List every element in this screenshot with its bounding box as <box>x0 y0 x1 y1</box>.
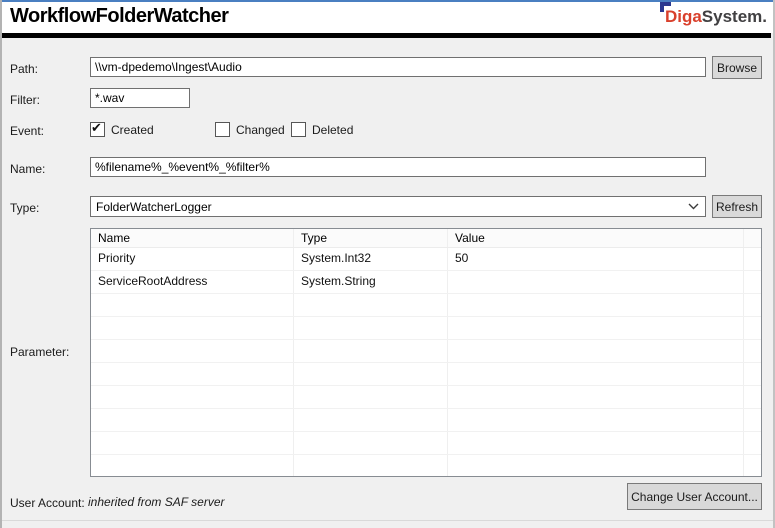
table-row[interactable] <box>91 386 761 409</box>
table-row[interactable]: ServiceRootAddressSystem.String <box>91 271 761 294</box>
column-header-name[interactable]: Name <box>91 229 294 247</box>
path-label: Path: <box>10 62 38 76</box>
table-row[interactable] <box>91 340 761 363</box>
refresh-button[interactable]: Refresh <box>712 195 762 218</box>
table-cell[interactable]: System.Int32 <box>294 248 448 270</box>
type-dropdown[interactable]: FolderWatcherLogger <box>90 196 706 217</box>
table-cell[interactable] <box>294 317 448 339</box>
checkbox-box[interactable] <box>291 122 306 137</box>
table-cell[interactable] <box>294 340 448 362</box>
table-row[interactable] <box>91 294 761 317</box>
parameter-table-header: NameTypeValue <box>91 229 761 248</box>
column-header-filler <box>744 229 761 247</box>
table-cell[interactable] <box>448 363 744 385</box>
event-checkbox-deleted[interactable]: Deleted <box>291 121 353 137</box>
logo-diga-text: Diga <box>665 7 702 26</box>
table-cell[interactable]: ServiceRootAddress <box>91 271 294 293</box>
table-cell[interactable] <box>294 455 448 477</box>
user-account-value: inherited from SAF server <box>88 495 225 509</box>
table-cell-filler <box>744 271 761 293</box>
filter-input[interactable] <box>90 88 190 108</box>
table-cell[interactable] <box>448 386 744 408</box>
table-cell[interactable] <box>448 340 744 362</box>
table-cell[interactable]: 50 <box>448 248 744 270</box>
table-row[interactable] <box>91 363 761 386</box>
logo-corner-mark <box>660 2 671 12</box>
table-cell[interactable] <box>448 317 744 339</box>
checkbox-label: Created <box>111 123 154 137</box>
table-cell[interactable] <box>448 271 744 293</box>
checkbox-label: Changed <box>236 123 285 137</box>
table-cell[interactable] <box>91 386 294 408</box>
table-cell-filler <box>744 409 761 431</box>
table-row[interactable] <box>91 409 761 432</box>
digasystem-logo: DigaSystem. <box>665 7 767 27</box>
table-cell[interactable] <box>91 294 294 316</box>
logo-system-text: System. <box>702 7 767 26</box>
table-cell[interactable] <box>294 432 448 454</box>
table-row[interactable] <box>91 455 761 477</box>
table-cell[interactable]: Priority <box>91 248 294 270</box>
column-header-value[interactable]: Value <box>448 229 744 247</box>
table-cell-filler <box>744 317 761 339</box>
path-input[interactable] <box>90 57 706 77</box>
table-cell[interactable] <box>91 455 294 477</box>
table-cell[interactable]: System.String <box>294 271 448 293</box>
name-input[interactable] <box>90 157 706 177</box>
table-row[interactable]: PrioritySystem.Int3250 <box>91 248 761 271</box>
table-cell[interactable] <box>448 455 744 477</box>
table-cell[interactable] <box>294 363 448 385</box>
parameter-table-body: PrioritySystem.Int3250ServiceRootAddress… <box>91 248 761 477</box>
table-cell[interactable] <box>91 432 294 454</box>
table-cell[interactable] <box>91 340 294 362</box>
workflow-folder-watcher-window: WorkflowFolderWatcher DigaSystem. Path: … <box>0 0 775 528</box>
table-cell[interactable] <box>91 363 294 385</box>
title-divider <box>2 33 771 38</box>
name-label: Name: <box>10 162 45 176</box>
table-cell[interactable] <box>91 409 294 431</box>
chevron-down-icon <box>688 203 699 210</box>
bottom-divider <box>0 520 775 521</box>
parameter-table[interactable]: NameTypeValue PrioritySystem.Int3250Serv… <box>90 228 762 477</box>
table-cell[interactable] <box>294 386 448 408</box>
user-account-label: User Account: <box>10 496 85 510</box>
event-options: ✔ Created Changed Deleted <box>90 121 490 137</box>
event-label: Event: <box>10 124 44 138</box>
column-header-type[interactable]: Type <box>294 229 448 247</box>
title-bar: WorkflowFolderWatcher <box>2 2 773 33</box>
checkbox-box[interactable] <box>215 122 230 137</box>
page-title: WorkflowFolderWatcher <box>10 5 228 28</box>
table-cell[interactable] <box>294 409 448 431</box>
checkmark-icon: ✔ <box>91 120 102 136</box>
table-cell[interactable] <box>448 294 744 316</box>
table-cell[interactable] <box>448 409 744 431</box>
table-cell-filler <box>744 455 761 477</box>
browse-button[interactable]: Browse <box>712 56 762 79</box>
table-row[interactable] <box>91 432 761 455</box>
filter-label: Filter: <box>10 93 40 107</box>
type-dropdown-value: FolderWatcherLogger <box>96 200 212 214</box>
table-row[interactable] <box>91 317 761 340</box>
table-cell[interactable] <box>294 294 448 316</box>
window-left-edge <box>0 0 2 528</box>
type-label: Type: <box>10 201 39 215</box>
checkbox-box[interactable]: ✔ <box>90 122 105 137</box>
table-cell-filler <box>744 386 761 408</box>
window-top-edge <box>0 0 775 2</box>
parameter-label: Parameter: <box>10 345 69 359</box>
event-checkbox-created[interactable]: ✔ Created <box>90 121 154 137</box>
table-cell-filler <box>744 294 761 316</box>
checkbox-label: Deleted <box>312 123 353 137</box>
table-cell-filler <box>744 363 761 385</box>
table-cell[interactable] <box>91 317 294 339</box>
event-checkbox-changed[interactable]: Changed <box>215 121 285 137</box>
change-user-account-button[interactable]: Change User Account... <box>627 483 762 510</box>
table-cell-filler <box>744 248 761 270</box>
table-cell-filler <box>744 432 761 454</box>
table-cell[interactable] <box>448 432 744 454</box>
table-cell-filler <box>744 340 761 362</box>
